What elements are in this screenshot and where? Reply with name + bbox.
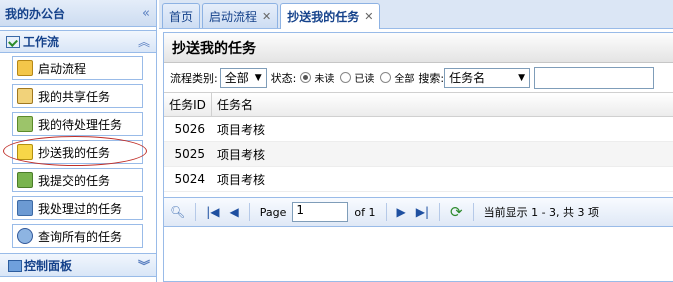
table-row[interactable]: 5026 项目考核 <box>164 117 673 142</box>
page-number-input[interactable]: 1 <box>292 202 349 222</box>
column-header-id[interactable]: 任务ID <box>164 93 212 116</box>
cell-name: 项目考核 <box>217 122 266 137</box>
next-page-icon[interactable]: ▶ <box>397 205 406 219</box>
search-label: 搜索: <box>418 71 445 85</box>
sidebar-item-label: 抄送我的任务 <box>38 145 111 160</box>
dropdown-arrow-icon: ▼ <box>518 72 526 83</box>
status-option-label: 已读 <box>354 74 375 85</box>
tab-bar: 首页 启动流程 ✕ 抄送我的任务 ✕ <box>159 0 673 29</box>
first-page-icon[interactable]: |◀ <box>206 205 219 219</box>
dropdown-arrow-icon: ▼ <box>254 72 262 83</box>
control-panel-icon <box>8 260 22 272</box>
sidebar-item-label: 我提交的任务 <box>38 173 111 188</box>
sidebar-item-pending-tasks[interactable]: 我的待处理任务 <box>12 112 143 136</box>
workflow-icon <box>6 35 20 48</box>
sidebar-item-submitted-tasks[interactable]: 我提交的任务 <box>12 168 143 192</box>
tab-cc-tasks[interactable]: 抄送我的任务 ✕ <box>280 3 381 29</box>
sidebar-item-label: 我的待处理任务 <box>38 117 123 132</box>
previous-page-icon[interactable]: ◀ <box>230 205 239 219</box>
cell-id: 5025 <box>174 147 205 161</box>
toolbar-separator <box>195 203 197 221</box>
page-count-label: of 1 <box>354 205 376 219</box>
sidebar-item-query-tasks[interactable]: 查询所有的任务 <box>12 224 143 248</box>
category-select[interactable]: 全部 ▼ <box>219 67 267 88</box>
sidebar-item-start-flow[interactable]: 启动流程 <box>12 56 143 80</box>
page-title: 抄送我的任务 <box>164 33 673 63</box>
chevron-up-icon[interactable]: ︽ <box>138 33 150 50</box>
sidebar: 我的办公台 « 工作流 ︽ 启动流程 我的共享任务 我的待处理任务 抄送我的任务… <box>0 0 157 282</box>
category-select-value: 全部 <box>224 71 249 85</box>
sidebar-item-cc-tasks[interactable]: 抄送我的任务 <box>12 140 143 164</box>
workflow-section-title: 工作流 <box>23 35 60 49</box>
share-icon <box>17 88 33 104</box>
last-page-icon[interactable]: ▶| <box>416 205 429 219</box>
close-icon[interactable]: ✕ <box>364 10 373 23</box>
column-header-name[interactable]: 任务名 <box>212 93 673 116</box>
cell-name: 项目考核 <box>217 172 266 187</box>
sidebar-item-label: 我的共享任务 <box>38 89 111 104</box>
cell-id: 5024 <box>174 172 205 186</box>
note-icon <box>17 144 33 160</box>
status-option-label: 未读 <box>314 74 335 85</box>
collapse-left-icon[interactable]: « <box>142 6 150 21</box>
grid-header: 任务ID 任务名 <box>164 93 673 117</box>
control-panel-header[interactable]: 控制面板 ︾ <box>0 253 156 277</box>
edit-icon <box>17 200 33 216</box>
table-row[interactable]: 5024 项目考核 <box>164 167 673 192</box>
toolbar-separator <box>439 203 441 221</box>
close-icon[interactable]: ✕ <box>262 10 271 23</box>
status-radio-read[interactable] <box>340 72 352 83</box>
search-field-value: 任务名 <box>449 71 486 85</box>
sidebar-item-label: 启动流程 <box>38 61 87 76</box>
content-panel: 抄送我的任务 流程类别: 全部 ▼ 状态: 未读 已读 全部 搜索: 任务名 ▼… <box>163 32 673 282</box>
status-radio-unread[interactable] <box>300 72 312 83</box>
status-radio-all[interactable] <box>380 72 392 83</box>
page-label: Page <box>259 205 287 219</box>
sidebar-item-handled-tasks[interactable]: 我处理过的任务 <box>12 196 143 220</box>
sidebar-item-shared-tasks[interactable]: 我的共享任务 <box>12 84 143 108</box>
tab-label: 首页 <box>169 9 194 24</box>
flow-icon <box>17 60 33 76</box>
search-field-select[interactable]: 任务名 ▼ <box>444 67 531 88</box>
sidebar-item-label: 查询所有的任务 <box>38 229 123 244</box>
task-grid: 任务ID 任务名 5026 项目考核 5025 项目考核 5024 项目考核 <box>164 93 673 192</box>
workflow-section-header[interactable]: 工作流 ︽ <box>0 30 156 53</box>
main-area: 首页 启动流程 ✕ 抄送我的任务 ✕ 抄送我的任务 流程类别: 全部 ▼ 状态:… <box>159 0 673 282</box>
tab-home[interactable]: 首页 <box>162 3 201 28</box>
toolbar-separator <box>248 203 250 221</box>
search-icon[interactable]: 🔍︎ <box>170 205 185 219</box>
inbox-icon <box>17 116 33 132</box>
paging-toolbar: 🔍︎ |◀ ◀ Page 1 of 1 ▶ ▶| ⟳ 当前显示 1 - 3, 共… <box>164 197 673 227</box>
search-input[interactable] <box>534 66 655 89</box>
tab-label: 抄送我的任务 <box>287 10 360 24</box>
refresh-icon[interactable]: ⟳ <box>450 203 463 221</box>
workflow-menu: 启动流程 我的共享任务 我的待处理任务 抄送我的任务 我提交的任务 我处理过的任… <box>0 53 156 248</box>
submit-icon <box>17 172 33 188</box>
magnifier-icon <box>17 228 33 244</box>
status-option-label: 全部 <box>394 74 415 85</box>
chevron-down-icon[interactable]: ︾ <box>138 257 150 274</box>
sidebar-header: 我的办公台 « <box>0 0 156 27</box>
cell-name: 项目考核 <box>217 147 266 162</box>
tab-label: 启动流程 <box>209 9 258 24</box>
filter-bar: 流程类别: 全部 ▼ 状态: 未读 已读 全部 搜索: 任务名 ▼ <box>164 63 673 93</box>
cell-id: 5026 <box>174 122 205 136</box>
control-panel-title: 控制面板 <box>24 258 73 273</box>
toolbar-separator <box>385 203 387 221</box>
status-label: 状态: <box>270 71 297 85</box>
category-label: 流程类别: <box>170 71 218 85</box>
sidebar-item-label: 我处理过的任务 <box>38 201 123 216</box>
paging-status: 当前显示 1 - 3, 共 3 项 <box>483 206 600 219</box>
toolbar-separator <box>472 203 474 221</box>
table-row[interactable]: 5025 项目考核 <box>164 142 673 167</box>
tab-start-flow[interactable]: 启动流程 ✕ <box>202 3 279 28</box>
sidebar-title: 我的办公台 <box>5 6 66 21</box>
